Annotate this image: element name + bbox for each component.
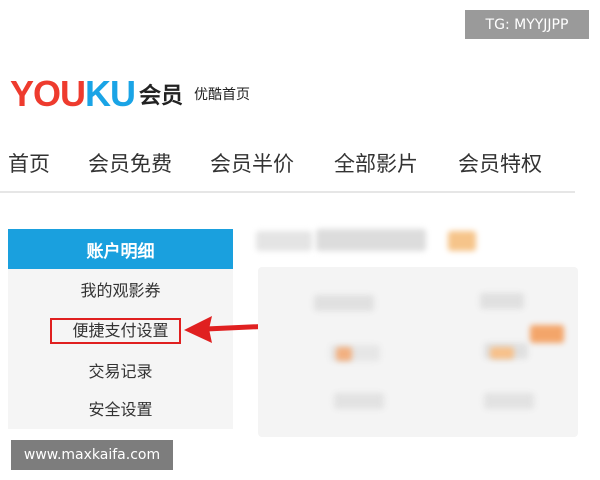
page: TG: MYYJJPP YOUKU 会员 优酷首页 首页 会员免费 会员半价 全… <box>0 0 600 480</box>
watermark-bottom: www.maxkaifa.com <box>11 440 173 470</box>
youku-logo: YOUKU <box>10 73 136 114</box>
blurred-panel <box>258 267 578 437</box>
blurred-block <box>480 293 524 309</box>
nav-item-vip-half-price[interactable]: 会员半价 <box>210 149 294 179</box>
main-nav: 首页 会员免费 会员半价 全部影片 会员特权 <box>0 145 575 193</box>
blurred-content-area <box>250 225 580 437</box>
sidebar-item-my-movie-tickets[interactable]: 我的观影券 <box>8 279 233 303</box>
blurred-block <box>316 229 426 251</box>
annotation-highlight-box <box>50 318 181 344</box>
nav-item-all-movies[interactable]: 全部影片 <box>334 149 418 179</box>
blurred-block <box>334 393 384 409</box>
blurred-block <box>336 347 352 361</box>
blurred-block <box>256 231 312 251</box>
blurred-block <box>490 347 514 359</box>
blurred-block <box>314 295 374 311</box>
watermark-top: TG: MYYJJPP <box>465 10 589 39</box>
brand-logo[interactable]: YOUKU 会员 <box>10 74 183 114</box>
blurred-block <box>448 231 476 251</box>
blurred-block <box>484 393 534 409</box>
nav-item-home[interactable]: 首页 <box>8 149 50 179</box>
sidebar-item-account-details[interactable]: 账户明细 <box>8 229 233 269</box>
sidebar-item-transaction-records[interactable]: 交易记录 <box>8 360 233 384</box>
sidebar-item-security-settings[interactable]: 安全设置 <box>8 398 233 422</box>
blurred-block <box>530 325 564 343</box>
vip-label: 会员 <box>139 84 184 109</box>
nav-item-vip-privileges[interactable]: 会员特权 <box>458 149 542 179</box>
nav-item-vip-free[interactable]: 会员免费 <box>88 149 172 179</box>
youku-home-link[interactable]: 优酷首页 <box>194 84 250 104</box>
